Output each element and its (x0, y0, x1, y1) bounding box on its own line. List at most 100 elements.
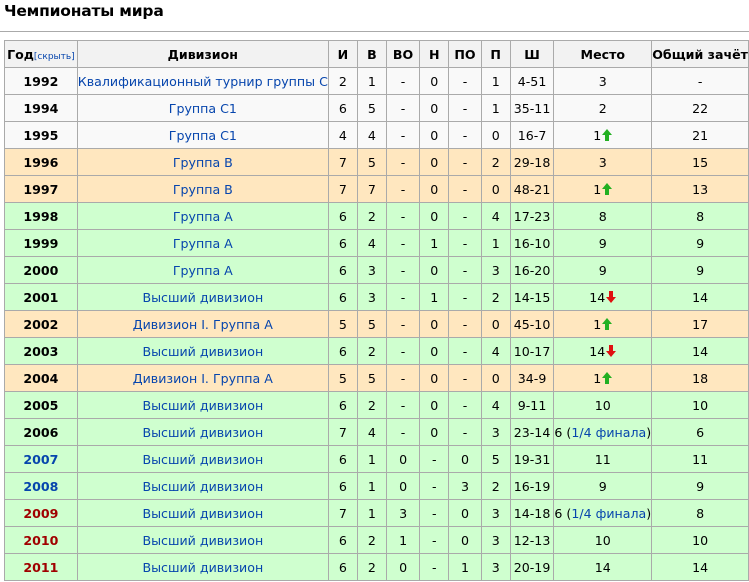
goals-cell: 20-19 (509, 553, 555, 581)
losses-cell: 4 (480, 391, 511, 419)
ot-wins-cell: - (385, 283, 421, 311)
wins-cell: 2 (356, 202, 387, 230)
draws-cell: 1 (419, 283, 450, 311)
quarterfinal-link[interactable]: 1/4 финала (571, 425, 646, 440)
year-cell[interactable]: 2007 (4, 445, 78, 473)
losses-cell: 2 (480, 283, 511, 311)
red-down-arrow-icon (606, 344, 617, 357)
place-value: 14 (594, 559, 611, 575)
place-value: 1 (593, 127, 602, 143)
year-cell[interactable]: 2010 (4, 526, 78, 554)
place-value: 1 (593, 181, 602, 197)
place-note-close: ) (646, 424, 652, 440)
col-header-year: Год[скрыть] (4, 40, 78, 68)
ot-wins-cell: 3 (385, 499, 421, 527)
division-link[interactable]: Группа C1 (76, 121, 329, 149)
goals-cell: 48-21 (509, 175, 555, 203)
goals-cell: 16-19 (509, 472, 555, 500)
year-cell: 2000 (4, 256, 78, 284)
games-cell: 6 (327, 553, 358, 581)
wins-cell: 5 (356, 148, 387, 176)
division-link[interactable]: Высший дивизион (76, 445, 329, 473)
ot-wins-cell: - (385, 67, 421, 95)
goals-cell: 29-18 (509, 148, 555, 176)
games-cell: 7 (327, 175, 358, 203)
division-link[interactable]: Высший дивизион (76, 526, 329, 554)
draws-cell: 0 (419, 148, 450, 176)
year-cell: 2004 (4, 364, 78, 392)
goals-cell: 9-11 (509, 391, 555, 419)
place-cell: 14 (553, 553, 653, 581)
division-link[interactable]: Дивизион I. Группа A (76, 364, 329, 392)
section-title: Чемпионаты мира (4, 2, 164, 20)
year-cell: 1999 (4, 229, 78, 257)
division-link[interactable]: Группа C1 (76, 94, 329, 122)
goals-cell: 23-14 (509, 418, 555, 446)
table-row: 1999 Группа A 6 4-1-1 16-10 9 9 (4, 229, 749, 257)
overall-cell: 15 (651, 148, 749, 176)
draws-cell: - (419, 553, 450, 581)
losses-cell: 1 (480, 94, 511, 122)
place-cell: 9 (553, 472, 653, 500)
year-cell: 2005 (4, 391, 78, 419)
losses-cell: 0 (480, 364, 511, 392)
title-underline (0, 31, 749, 32)
division-link[interactable]: Высший дивизион (76, 418, 329, 446)
year-cell[interactable]: 2008 (4, 472, 78, 500)
division-link[interactable]: Высший дивизион (76, 472, 329, 500)
division-link[interactable]: Группа B (76, 175, 329, 203)
col-header-games: И (327, 40, 358, 68)
division-link[interactable]: Группа B (76, 148, 329, 176)
place-cell: 9 (553, 256, 653, 284)
ot-wins-cell: - (385, 94, 421, 122)
division-link[interactable]: Высший дивизион (76, 337, 329, 365)
col-header-ot-losses: ПО (448, 40, 482, 68)
games-cell: 7 (327, 418, 358, 446)
quarterfinal-link[interactable]: 1/4 финала (571, 506, 646, 521)
year-cell: 2001 (4, 283, 78, 311)
place-cell: 10 (553, 391, 653, 419)
table-row: 2002 Дивизион I. Группа A 5 5-0-0 45-10 1 17 (4, 310, 749, 338)
ot-losses-cell: 1 (448, 553, 482, 581)
division-link[interactable]: Высший дивизион (76, 499, 329, 527)
goals-cell: 14-15 (509, 283, 555, 311)
overall-cell: 14 (651, 553, 749, 581)
year-cell: 2003 (4, 337, 78, 365)
losses-cell: 4 (480, 202, 511, 230)
division-link[interactable]: Группа A (76, 202, 329, 230)
header-row: Год[скрыть] Дивизион И В ВО Н ПО П Ш Мес… (4, 40, 749, 68)
ot-losses-cell: - (448, 121, 482, 149)
ot-wins-cell: - (385, 337, 421, 365)
table-row: 2000 Группа A 6 3-0-3 16-20 9 9 (4, 256, 749, 284)
ot-losses-cell: - (448, 202, 482, 230)
draws-cell: 0 (419, 391, 450, 419)
division-link[interactable]: Высший дивизион (76, 553, 329, 581)
year-cell[interactable]: 2009 (4, 499, 78, 527)
draws-cell: 0 (419, 67, 450, 95)
division-link[interactable]: Группа A (76, 229, 329, 257)
table-row: 2006 Высший дивизион 7 4-0-3 23-14 6 (1/4 фин… (4, 418, 749, 446)
place-value: 10 (594, 397, 611, 413)
place-cell: 3 (553, 148, 653, 176)
division-link[interactable]: Высший дивизион (76, 283, 329, 311)
year-cell: 1996 (4, 148, 78, 176)
division-link[interactable]: Квалификационный турнир группы C (76, 67, 329, 95)
goals-cell: 19-31 (509, 445, 555, 473)
overall-cell: 8 (651, 202, 749, 230)
wins-cell: 2 (356, 391, 387, 419)
hide-toggle-link[interactable]: [скрыть] (34, 52, 75, 62)
division-link[interactable]: Группа A (76, 256, 329, 284)
overall-cell: 14 (651, 283, 749, 311)
place-cell: 6 (1/4 финала) (553, 499, 653, 527)
table-row: 1996 Группа B 7 5-0-2 29-18 3 15 (4, 148, 749, 176)
division-link[interactable]: Высший дивизион (76, 391, 329, 419)
ot-losses-cell: - (448, 94, 482, 122)
place-value: 11 (594, 451, 611, 467)
table-row: 2003 Высший дивизион 6 2-0-4 10-17 14 14 (4, 337, 749, 365)
division-link[interactable]: Дивизион I. Группа A (76, 310, 329, 338)
year-cell[interactable]: 2011 (4, 553, 78, 581)
col-header-division: Дивизион (76, 40, 329, 68)
year-cell: 1992 (4, 67, 78, 95)
ot-wins-cell: - (385, 202, 421, 230)
ot-wins-cell: - (385, 256, 421, 284)
